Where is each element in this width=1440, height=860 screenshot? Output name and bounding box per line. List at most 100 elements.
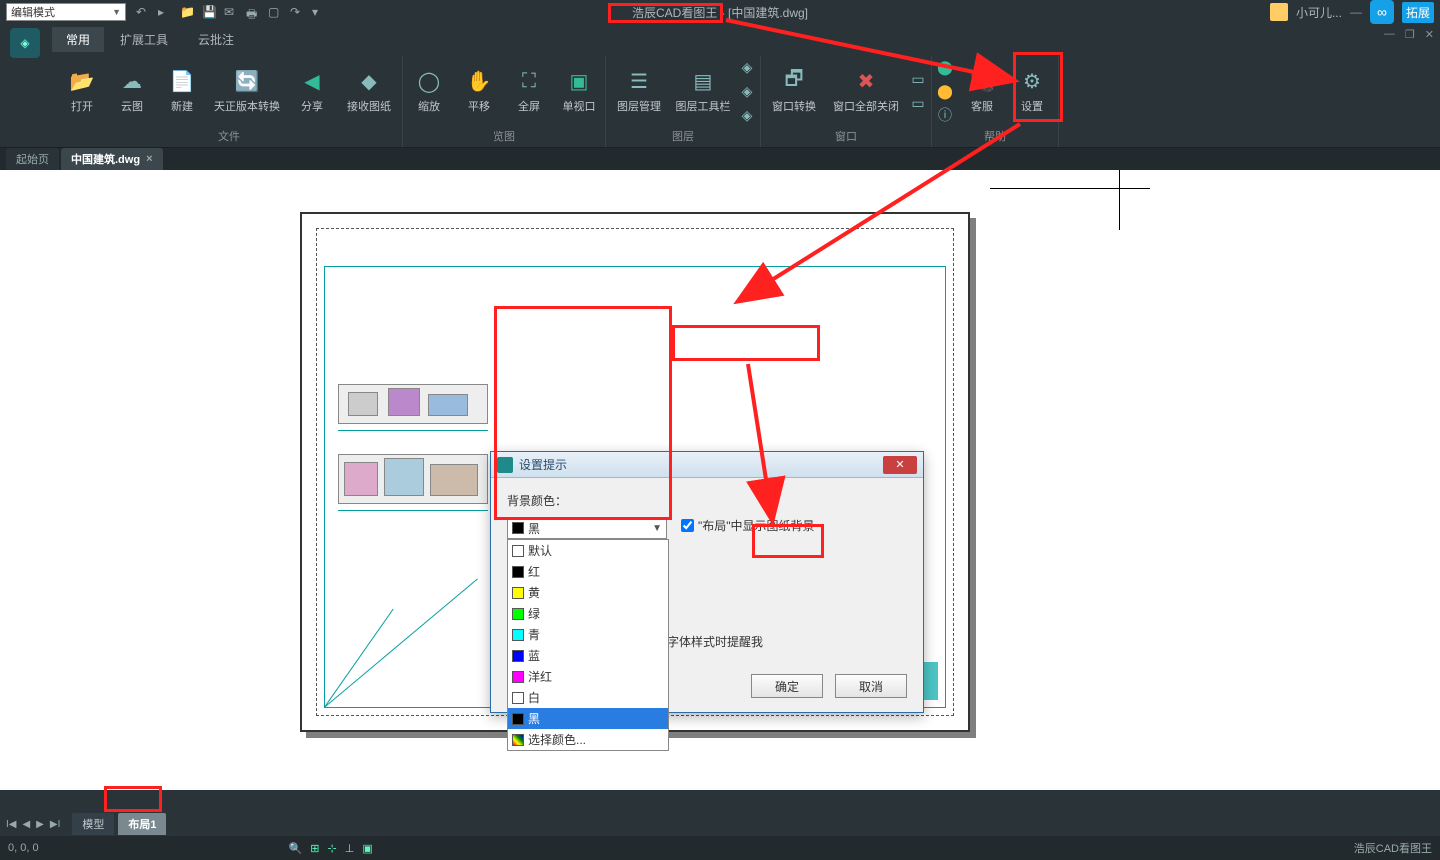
tool-zoom-icon[interactable]: 🔍	[289, 842, 303, 855]
pan-button[interactable]: ✋平移	[455, 56, 503, 126]
ribbon-group-help-label: 帮助	[984, 126, 1006, 148]
dd-cyan[interactable]: 青	[508, 624, 668, 645]
dd-blue[interactable]: 蓝	[508, 645, 668, 666]
doctab-start[interactable]: 起始页	[6, 148, 59, 170]
tianzheng-button[interactable]: 🔄天正版本转换	[208, 56, 286, 126]
layer-toolbar-button[interactable]: ▤图层工具栏	[672, 56, 734, 126]
share-icon: ◀	[299, 68, 325, 94]
help-small2-icon[interactable]: ⬤	[934, 80, 956, 102]
chevron-down-icon: ▼	[652, 523, 662, 534]
doctab-close-icon[interactable]: ×	[146, 153, 152, 165]
dd-green[interactable]: 绿	[508, 603, 668, 624]
new-button[interactable]: 📄新建	[158, 56, 206, 126]
qat-export-icon[interactable]: ▢	[268, 5, 282, 19]
qat-open-icon[interactable]: ▸	[158, 5, 172, 19]
cloud-button[interactable]: ☁云图	[108, 56, 156, 126]
window-closeall-button[interactable]: ✖窗口全部关闭	[827, 56, 905, 126]
minimize-icon[interactable]: —	[1350, 5, 1362, 19]
ribbon-group-file: 📂打开 ☁云图 📄新建 🔄天正版本转换 ◀分享 ◆接收图纸 文件	[56, 56, 403, 147]
cloud-icon: ☁	[119, 68, 145, 94]
crosshair-horizontal	[990, 188, 1150, 189]
cloud-badge-icon[interactable]: ∞	[1370, 0, 1394, 24]
layer-small2-icon[interactable]: ◈	[736, 80, 758, 102]
dd-white[interactable]: 白	[508, 687, 668, 708]
window-controls: — ❐ ✕	[1384, 28, 1434, 41]
settings-button[interactable]: ⚙设置	[1008, 56, 1056, 126]
qat-mail-icon[interactable]: ✉	[224, 5, 238, 19]
app-logo-icon[interactable]: ◈	[10, 28, 40, 58]
menutab-extend[interactable]: 扩展工具	[106, 27, 182, 52]
viewport-icon: ▣	[566, 68, 592, 94]
win-small1-icon[interactable]: ▭	[907, 68, 929, 90]
dialog-icon	[497, 457, 513, 473]
inner-close-icon[interactable]: ✕	[1425, 28, 1434, 41]
menutab-cloud[interactable]: 云批注	[184, 27, 248, 52]
tool-snap-icon[interactable]: ⊹	[328, 842, 337, 855]
dd-choose[interactable]: 选择颜色...	[508, 729, 668, 750]
mode-select[interactable]: 编辑模式 ▼	[6, 3, 126, 21]
ribbon-group-layer-label: 图层	[672, 126, 694, 148]
open-button[interactable]: 📂打开	[58, 56, 106, 126]
qat-undo-icon[interactable]: ↶	[136, 5, 150, 19]
win-small2-icon[interactable]: ▭	[907, 92, 929, 114]
support-icon: 📞	[969, 68, 995, 94]
ribbon-group-window-label: 窗口	[835, 126, 857, 148]
tool-ortho-icon[interactable]: ⊥	[345, 842, 355, 855]
nav-prev-icon[interactable]: ◀	[22, 819, 30, 830]
qat-dropdown-icon[interactable]: ▾	[312, 5, 326, 19]
nav-next-icon[interactable]: ▶	[36, 819, 44, 830]
doctab-file[interactable]: 中国建筑.dwg×	[61, 148, 163, 170]
ribbon-group-view: ◯缩放 ✋平移 ⛶全屏 ▣单视口 览图	[403, 56, 606, 147]
nav-first-icon[interactable]: I◀	[6, 819, 16, 830]
ok-button[interactable]: 确定	[751, 674, 823, 698]
pan-icon: ✋	[466, 68, 492, 94]
layouttab-model[interactable]: 模型	[72, 813, 114, 835]
dd-yellow[interactable]: 黄	[508, 582, 668, 603]
inner-min-icon[interactable]: —	[1384, 28, 1395, 41]
layer-small3-icon[interactable]: ◈	[736, 104, 758, 126]
layout-nav: I◀ ◀ ▶ ▶I	[6, 819, 60, 830]
dialog-titlebar[interactable]: 设置提示 ✕	[491, 452, 923, 478]
crosshair-vertical	[1119, 170, 1120, 230]
dd-red[interactable]: 红	[508, 561, 668, 582]
share-button[interactable]: ◀分享	[288, 56, 336, 126]
viewport-button[interactable]: ▣单视口	[555, 56, 603, 126]
zoom-icon: ◯	[416, 68, 442, 94]
fullscreen-icon: ⛶	[516, 68, 542, 94]
menu-tabs: 常用 扩展工具 云批注	[0, 28, 1440, 52]
user-avatar-icon[interactable]	[1270, 3, 1288, 21]
help-small3-icon[interactable]: ⓘ	[934, 104, 956, 126]
bg-color-combobox[interactable]: 黑 ▼ 默认 红 黄 绿 青 蓝 洋红 白 黑 选择颜色...	[507, 517, 667, 539]
nav-last-icon[interactable]: ▶I	[50, 819, 60, 830]
qat-folder-icon[interactable]: 📁	[180, 5, 194, 19]
qat-save-icon[interactable]: 💾	[202, 5, 216, 19]
cancel-button[interactable]: 取消	[835, 674, 907, 698]
title-bar: 编辑模式 ▼ ↶ ▸ 📁 💾 ✉ 🖶 ▢ ↷ ▾ 浩辰CAD看图王 - [中国建…	[0, 0, 1440, 24]
menutab-common[interactable]: 常用	[52, 27, 104, 52]
dialog-close-button[interactable]: ✕	[883, 456, 917, 474]
layer-small1-icon[interactable]: ◈	[736, 56, 758, 78]
receive-button[interactable]: ◆接收图纸	[338, 56, 400, 126]
show-paper-bg-row: "布局"中显示图纸背景	[681, 517, 815, 534]
show-paper-bg-checkbox[interactable]	[681, 519, 694, 532]
help-small1-icon[interactable]: ⬤	[934, 56, 956, 78]
dd-magenta[interactable]: 洋红	[508, 666, 668, 687]
drawing-content	[338, 384, 508, 574]
tool-grid-icon[interactable]: ⊞	[310, 842, 319, 855]
qat-redo-icon[interactable]: ↷	[290, 5, 304, 19]
dd-black[interactable]: 黑	[508, 708, 668, 729]
fullscreen-button[interactable]: ⛶全屏	[505, 56, 553, 126]
support-button[interactable]: 📞客服	[958, 56, 1006, 126]
window-switch-button[interactable]: 🗗窗口转换	[763, 56, 825, 126]
layer-manager-button[interactable]: ☰图层管理	[608, 56, 670, 126]
tool-layout-icon[interactable]: ▣	[362, 842, 372, 855]
ribbon-group-view-label: 览图	[493, 126, 515, 148]
inner-restore-icon[interactable]: ❐	[1405, 28, 1415, 41]
username-label[interactable]: 小可儿...	[1296, 4, 1342, 21]
qat-print-icon[interactable]: 🖶	[246, 5, 260, 19]
dd-default[interactable]: 默认	[508, 540, 668, 561]
extend-badge[interactable]: 拓展	[1402, 2, 1434, 23]
drawing-canvas[interactable]: 设置提示 ✕ 背景颜色： 黑 ▼ 默认 红 黄 绿 青 蓝 洋红	[0, 170, 1440, 790]
zoom-button[interactable]: ◯缩放	[405, 56, 453, 126]
layouttab-layout1[interactable]: 布局1	[118, 813, 166, 835]
